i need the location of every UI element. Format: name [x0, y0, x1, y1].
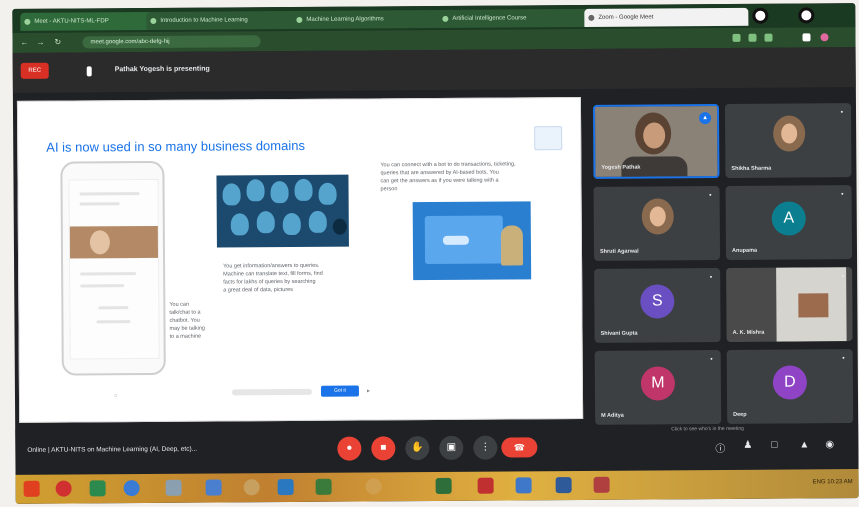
favicon-icon: [150, 17, 157, 24]
excel-icon[interactable]: [435, 477, 452, 495]
presenter-banner: Pathak Yogesh is presenting: [114, 65, 210, 74]
participant-tile[interactable]: A • Anupama: [725, 185, 853, 260]
url-field[interactable]: meet.google.com/abc-defg-hij: [82, 35, 261, 49]
avatar: M: [640, 366, 676, 401]
mic-off-icon: •: [841, 191, 844, 199]
more-options-icon[interactable]: ⋮: [473, 435, 498, 460]
participant-tile[interactable]: M • M Aditya: [594, 350, 722, 425]
next-icon[interactable]: ▸: [367, 387, 370, 394]
favicon-icon: [24, 18, 31, 25]
browser-tab[interactable]: Machine Learning Algorithms: [292, 9, 447, 29]
back-icon[interactable]: ←: [20, 38, 28, 47]
participant-tile[interactable]: • Shruti Agarwal: [593, 186, 721, 261]
start-icon[interactable]: [23, 480, 40, 497]
extension-icon[interactable]: [802, 33, 811, 42]
logo-icon: [534, 126, 563, 151]
leave-call-button[interactable]: ☎: [501, 437, 538, 458]
avatar: [641, 198, 674, 235]
avatar: [773, 115, 806, 152]
profile-icon[interactable]: [820, 33, 829, 42]
mic-off-icon: •: [842, 355, 845, 363]
os-taskbar: ENG 10:23 AM: [15, 469, 859, 504]
browser-tab[interactable]: Meet - AKTU-NITS-ML-FDP: [20, 11, 155, 31]
search-icon[interactable]: [55, 480, 72, 497]
app-icon[interactable]: [365, 478, 382, 495]
meeting-controls: Online | AKTU-NITS on Machine Learning (…: [15, 423, 859, 475]
chat-person-photo: [69, 225, 159, 259]
app-icon[interactable]: [593, 476, 610, 493]
mic-off-icon: •: [841, 273, 845, 281]
app-icon[interactable]: [555, 477, 572, 494]
favicon-icon: [588, 14, 595, 21]
present-icon[interactable]: ▣: [439, 435, 464, 460]
meeting-title: Online | AKTU-NITS on Machine Learning (…: [27, 445, 198, 454]
got-it-button[interactable]: Got it: [320, 385, 359, 397]
favicon-icon: [296, 16, 303, 23]
maximize-icon[interactable]: [798, 7, 815, 24]
camera-off-icon[interactable]: ■: [371, 436, 396, 461]
slide-title: AI is now used in so many business domai…: [46, 137, 305, 155]
browser-tab[interactable]: Artificial Intelligence Course: [438, 8, 593, 28]
record-badge: REC: [20, 62, 49, 79]
taskview-icon[interactable]: [89, 480, 106, 497]
chat-caption: You can connect with a bot to do transac…: [380, 161, 516, 193]
slide-progress: [231, 388, 312, 396]
activities-icon[interactable]: ▲: [799, 439, 809, 450]
participant-tile[interactable]: S • Shivani Gupta: [594, 268, 721, 343]
browser-tab[interactable]: Introduction to Machine Learning: [146, 10, 301, 31]
phone-caption: You can talk/chat to a chatbot. You may …: [169, 301, 206, 340]
mail-icon[interactable]: [205, 479, 222, 496]
participant-tile[interactable]: • Shikha Sharma: [724, 103, 852, 178]
system-tray: ENG 10:23 AM: [812, 479, 853, 486]
edge-icon[interactable]: [277, 478, 294, 496]
robots-image: [216, 174, 349, 248]
chrome-icon[interactable]: [315, 478, 332, 495]
favicon-icon: [442, 15, 449, 22]
people-icon[interactable]: ♟: [743, 440, 752, 451]
mic-off-icon: •: [709, 192, 712, 200]
extension-icon[interactable]: [748, 33, 757, 42]
app-icon[interactable]: [477, 477, 494, 494]
browser-tab[interactable]: Zoom - Google Meet: [584, 7, 749, 27]
forward-icon[interactable]: →: [36, 38, 44, 47]
mic-off-icon: •: [840, 109, 844, 117]
info-icon[interactable]: ⓘ: [715, 440, 725, 455]
presentation-slide: AI is now used in so many business domai…: [16, 96, 584, 423]
participant-tile[interactable]: • A. K. Mishra: [726, 267, 853, 342]
phone-image: [60, 160, 166, 376]
mic-off-icon: •: [709, 274, 713, 282]
notice-text: Click to see who's in the meeting: [671, 425, 744, 433]
word-icon[interactable]: [515, 477, 532, 494]
minimize-icon[interactable]: [752, 7, 769, 24]
explorer-icon[interactable]: [165, 479, 182, 496]
meet-header: REC Pathak Yogesh is presenting: [12, 47, 856, 93]
participant-tile[interactable]: D • Deep: [726, 349, 854, 424]
mic-off-icon: •: [710, 356, 713, 364]
reload-icon[interactable]: ↻: [54, 38, 62, 47]
robots-caption: You get information/answers to queries. …: [223, 262, 323, 294]
store-icon[interactable]: [243, 479, 260, 496]
chatbot-image: [412, 201, 532, 281]
chat-icon[interactable]: □: [771, 440, 777, 451]
presenting-icon: ▲: [699, 112, 712, 125]
avatar: A: [771, 201, 806, 236]
avatar: D: [772, 365, 808, 400]
lock-icon[interactable]: ◉: [825, 439, 834, 450]
pager-icon: ○: [113, 393, 118, 400]
avatar: S: [640, 284, 675, 319]
extension-icon[interactable]: [764, 33, 773, 42]
extension-icon[interactable]: [732, 33, 741, 42]
mic-icon: [86, 66, 92, 77]
meet-window: Meet - AKTU-NITS-ML-FDP Introduction to …: [12, 3, 859, 504]
raise-hand-icon[interactable]: ✋: [405, 436, 430, 461]
participant-tile[interactable]: ▲ Yogesh Pathak: [592, 104, 720, 179]
phone-screen: [68, 178, 160, 360]
browser-icon[interactable]: [123, 480, 140, 497]
mic-off-icon[interactable]: ●: [337, 436, 362, 461]
